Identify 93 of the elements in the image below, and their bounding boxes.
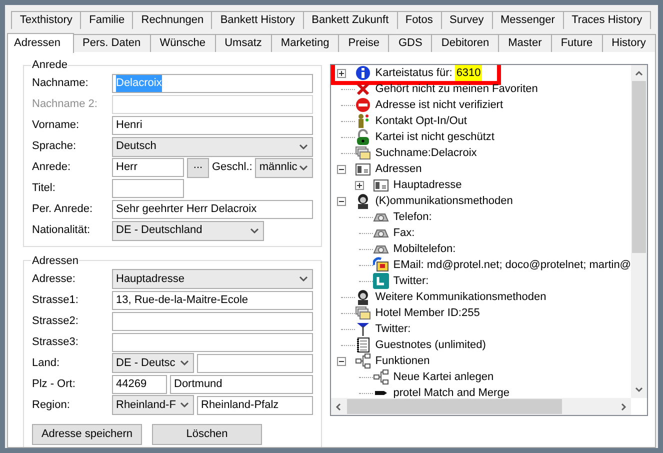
input-field[interactable]: 13, Rue-de-la-Maitre-Ecole <box>112 290 314 310</box>
button[interactable]: Adresse speichern <box>32 424 142 445</box>
status-number: 6310 <box>455 65 482 81</box>
scrollbar-thumb[interactable] <box>347 399 562 414</box>
tab[interactable]: Texthistory <box>11 11 82 29</box>
input-field[interactable]: 44269 <box>112 374 167 394</box>
group-title: Anrede <box>31 58 68 73</box>
info-icon <box>355 65 372 81</box>
tree-item[interactable]: Adressen <box>375 161 422 177</box>
tree-item[interactable]: Twitter: <box>375 321 411 337</box>
field-label: Adresse: <box>32 272 76 287</box>
tree-item[interactable]: Adresse ist nicht verifiziert <box>375 97 504 113</box>
tree-item[interactable]: Mobiltelefon: <box>393 241 456 257</box>
tree-item[interactable]: Gehört nicht zu meinen Favoriten <box>375 81 538 97</box>
tree-item[interactable]: Suchname:Delacroix <box>375 145 477 161</box>
dropdown[interactable]: DE - Deutsc <box>112 353 194 373</box>
group-title: Adressen <box>31 254 80 268</box>
tree-item[interactable]: Weitere Kommunikationsmethoden <box>375 289 546 305</box>
tree-item[interactable]: Karteistatus für: <box>375 65 452 81</box>
ellipsis-button[interactable]: ... <box>187 158 209 178</box>
cards-icon <box>355 145 372 161</box>
caret-icon <box>299 144 308 150</box>
caret-icon <box>180 360 189 366</box>
cards-icon <box>355 305 372 321</box>
horizontal-scrollbar[interactable] <box>331 398 631 415</box>
tree-item[interactable]: EMail: md@protel.net; doco@protelnet; martin@ <box>393 257 631 273</box>
field-label: Vorname: <box>32 118 80 134</box>
scrollbar-thumb[interactable] <box>632 81 646 253</box>
dropdown[interactable]: Deutsch <box>112 136 314 156</box>
caret-icon <box>250 228 259 234</box>
caret-icon <box>299 164 308 170</box>
input-field[interactable]: Rheinland-Pfalz <box>197 396 314 414</box>
email-icon <box>373 257 390 273</box>
collapse-icon[interactable] <box>337 196 346 206</box>
tree-item[interactable]: Hauptadresse <box>393 177 462 193</box>
tree-item[interactable]: Neue Kartei anlegen <box>393 369 494 385</box>
vertical-scrollbar[interactable] <box>630 65 647 398</box>
field-label: Titel: <box>32 181 56 196</box>
network-icon <box>355 353 372 369</box>
input-field[interactable]: Herr <box>112 158 184 177</box>
field-label: Nationalität: <box>32 223 92 238</box>
notepad-icon <box>355 337 372 353</box>
field-label: Nachname: <box>32 76 90 92</box>
input-field[interactable] <box>112 332 314 352</box>
input-field[interactable] <box>197 354 314 372</box>
field-label: Anrede: <box>32 160 72 176</box>
address-card-icon <box>355 161 372 177</box>
expand-icon[interactable] <box>355 180 364 190</box>
button[interactable]: Löschen <box>152 424 262 445</box>
input-field[interactable]: Sehr geehrter Herr Delacroix <box>112 200 314 219</box>
field-label: Strasse2: <box>32 314 80 329</box>
tab[interactable]: Traces History <box>562 11 651 29</box>
input-field[interactable]: Henri <box>112 116 314 135</box>
field-label: Geschl.: <box>212 160 252 176</box>
cross-icon <box>355 81 372 97</box>
tree-item[interactable]: Hotel Member ID:255 <box>375 305 480 321</box>
field-label: Per. Anrede: <box>32 202 94 218</box>
tree-view[interactable] <box>330 64 648 416</box>
network-icon <box>373 369 390 385</box>
field-label: Land: <box>32 356 61 371</box>
field-label: Region: <box>32 398 71 413</box>
tree-item[interactable]: (K)ommunikationsmethoden <box>375 193 513 209</box>
input-field[interactable]: Dortmund <box>170 374 314 394</box>
field-label: Strasse3: <box>32 334 80 350</box>
dropdown[interactable]: Rheinland-F <box>112 395 194 415</box>
tree-item[interactable]: protel Match and Merge <box>393 385 510 398</box>
tree-item[interactable]: Fax: <box>393 225 415 241</box>
dropdown[interactable]: männlic <box>255 158 314 178</box>
tree-item[interactable]: Guestnotes (unlimited) <box>375 337 486 353</box>
field-label: Strasse1: <box>32 292 80 308</box>
field-label: Nachname 2: <box>32 97 98 112</box>
field-label: Plz - Ort: <box>32 376 76 392</box>
collapse-icon[interactable] <box>337 164 346 174</box>
input-field[interactable] <box>112 179 184 198</box>
dropdown[interactable]: DE - Deutschland <box>112 220 264 240</box>
caret-icon <box>180 402 189 408</box>
field-label: Sprache: <box>32 139 78 154</box>
tree-item[interactable]: Funktionen <box>375 353 430 369</box>
collapse-icon[interactable] <box>337 356 346 366</box>
no-entry-icon <box>355 97 372 113</box>
dropdown[interactable]: Hauptadresse <box>112 269 314 289</box>
tab[interactable]: History <box>602 34 656 52</box>
address-card-icon <box>373 177 390 193</box>
tree-item[interactable]: Twitter: <box>393 273 429 289</box>
flag-icon <box>355 321 372 337</box>
tree-item[interactable]: Kontakt Opt-In/Out <box>375 113 467 129</box>
tree-item[interactable]: Kartei ist nicht geschützt <box>375 129 494 145</box>
expand-icon[interactable] <box>337 68 346 78</box>
caret-icon <box>299 276 308 282</box>
tab[interactable]: Adressen <box>7 33 74 53</box>
tree-item[interactable]: Telefon: <box>393 209 432 225</box>
input-field[interactable] <box>112 312 314 330</box>
padlock-icon <box>355 129 372 145</box>
